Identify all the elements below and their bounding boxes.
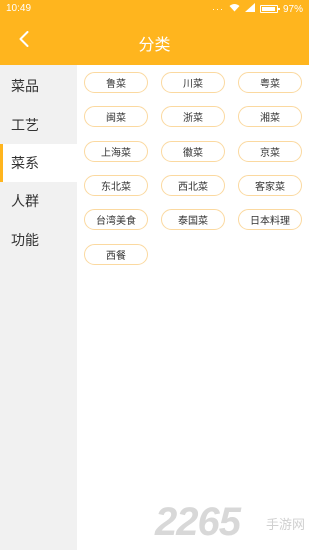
watermark-logo: 2265 手游网: [155, 500, 305, 544]
watermark-text: 手游网: [265, 518, 305, 533]
status-bar: 10:49 ··· 97%: [0, 0, 309, 18]
tag-chip[interactable]: 客家菜: [238, 175, 302, 196]
tag-chip[interactable]: 上海菜: [84, 141, 148, 162]
tag-chip[interactable]: 东北菜: [84, 175, 148, 196]
category-sidebar: 菜品 工艺 菜系 人群 功能: [0, 65, 77, 550]
battery-percent: 97%: [282, 3, 303, 15]
tag-chip[interactable]: 台湾美食: [84, 209, 148, 230]
sidebar-item-label: 菜系: [11, 156, 39, 172]
tag-chip[interactable]: 湘菜: [238, 106, 302, 127]
app-header: 10:49 ··· 97% 分类: [0, 0, 309, 65]
sidebar-item-function[interactable]: 功能: [0, 221, 77, 259]
battery-icon: [259, 5, 280, 13]
tag-chip[interactable]: 川菜: [161, 72, 225, 93]
tag-chip[interactable]: 西餐: [84, 244, 148, 265]
tag-chip[interactable]: 京菜: [238, 141, 302, 162]
tag-chip[interactable]: 粤菜: [238, 72, 302, 93]
tag-chip[interactable]: 泰国菜: [161, 209, 225, 230]
sidebar-item-technique[interactable]: 工艺: [0, 106, 77, 144]
sidebar-item-label: 功能: [11, 233, 39, 249]
sidebar-item-people[interactable]: 人群: [0, 182, 77, 220]
notification-dots: ···: [211, 4, 224, 14]
tag-chip[interactable]: 闽菜: [84, 106, 148, 127]
tag-chip[interactable]: 西北菜: [161, 175, 225, 196]
sidebar-item-label: 人群: [11, 194, 39, 210]
wifi-icon: [229, 3, 240, 15]
sidebar-item-cuisine[interactable]: 菜系: [0, 144, 77, 182]
watermark-number: 2265: [155, 500, 241, 544]
page-title: 分类: [138, 35, 171, 54]
tag-chip[interactable]: 浙菜: [161, 106, 225, 127]
status-time: 10:49: [6, 3, 32, 14]
tag-chip[interactable]: 日本料理: [238, 209, 302, 230]
sidebar-item-label: 工艺: [11, 118, 39, 134]
sidebar-item-label: 菜品: [11, 79, 39, 95]
status-icons: ··· 97%: [212, 3, 303, 15]
tag-chip[interactable]: 徽菜: [161, 141, 225, 162]
sidebar-item-dishes[interactable]: 菜品: [0, 67, 77, 105]
tag-chip[interactable]: 鲁菜: [84, 72, 148, 93]
tag-panel: 鲁菜 川菜 粤菜 闽菜 浙菜 湘菜 上海菜 徽菜 京菜 东北菜 西北菜 客家菜 …: [77, 65, 309, 550]
signal-icon: [244, 3, 255, 15]
